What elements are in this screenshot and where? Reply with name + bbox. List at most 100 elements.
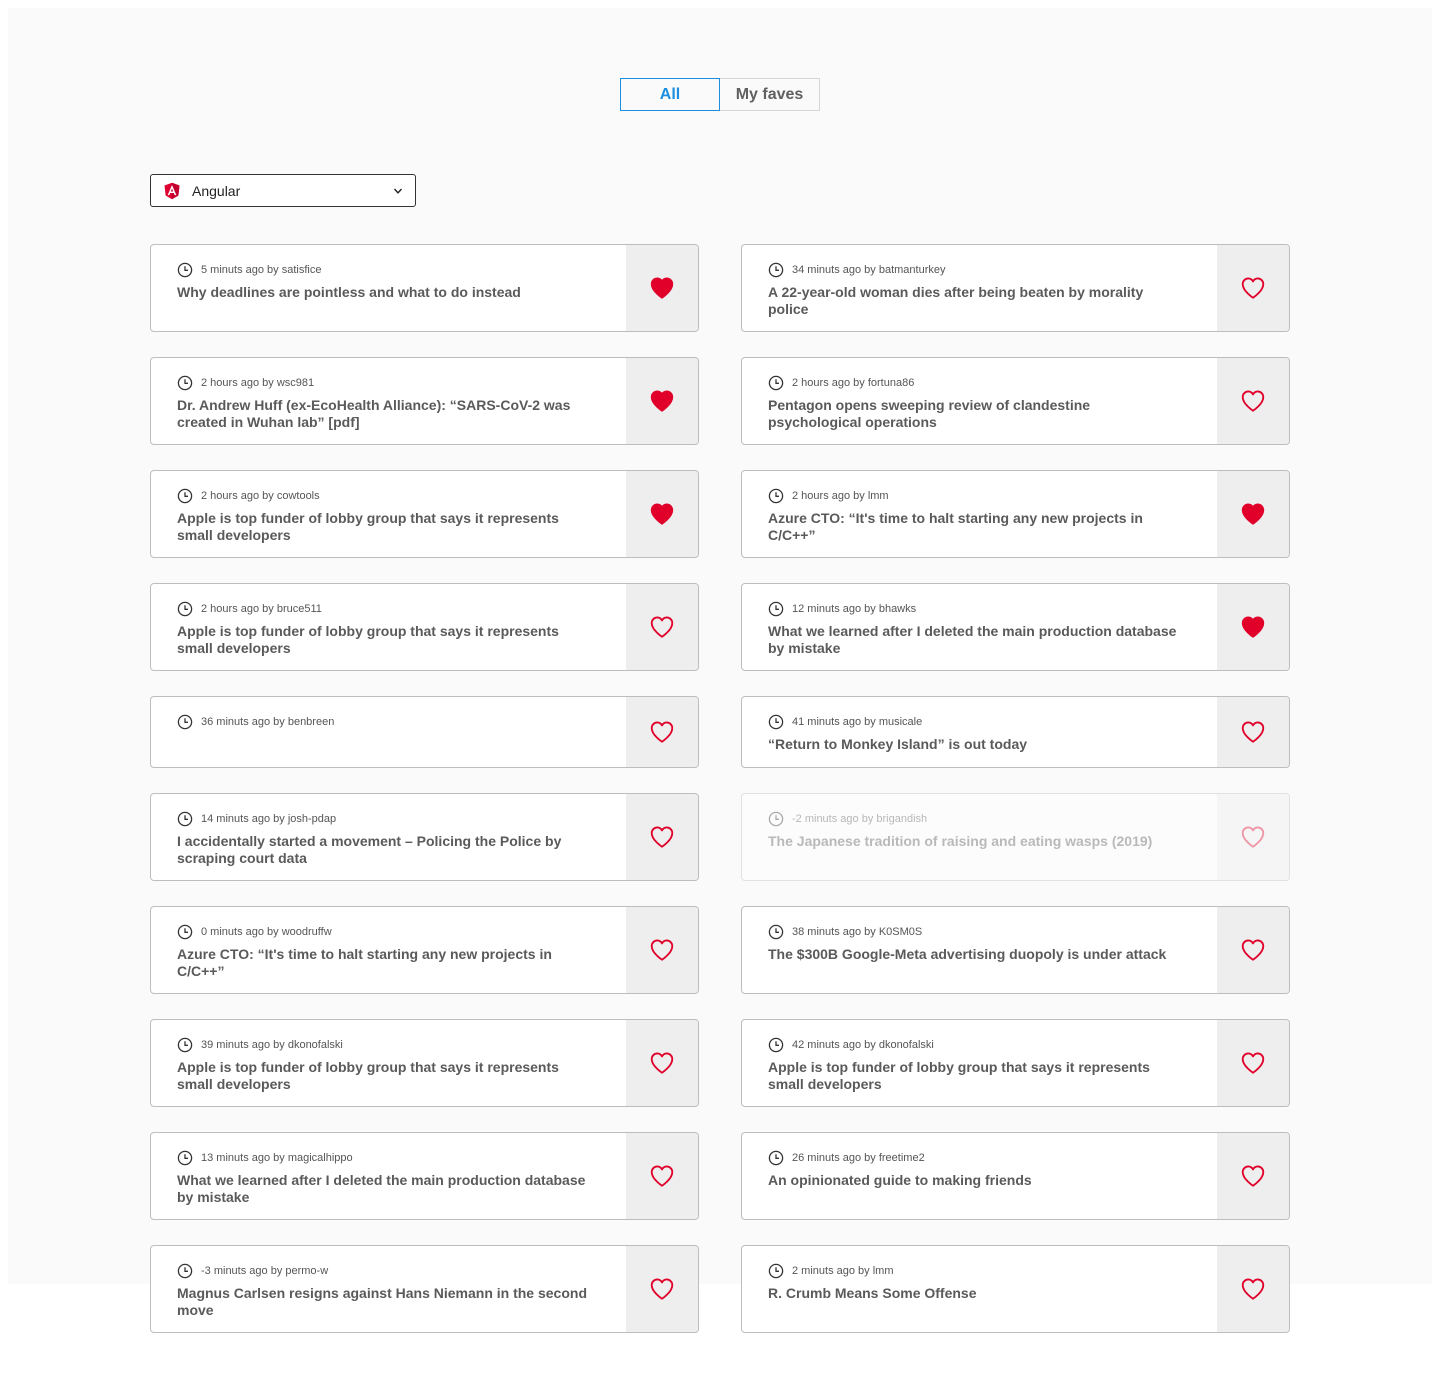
heart-icon [650,277,674,299]
post-body[interactable]: 2 minuts ago by lmm R. Crumb Means Some … [742,1246,1217,1332]
clock-icon [768,924,784,940]
post-body[interactable]: -2 minuts ago by brigandish The Japanese… [742,794,1217,880]
favorite-button[interactable] [626,471,698,557]
post-body[interactable]: 42 minuts ago by dkonofalski Apple is to… [742,1020,1217,1106]
post-meta-text: 38 minuts ago by K0SM0S [792,926,923,938]
post-card[interactable]: 2 hours ago by cowtools Apple is top fun… [150,470,699,558]
post-title: R. Crumb Means Some Offense [768,1285,977,1301]
favorite-button[interactable] [626,1246,698,1332]
clock-icon [177,1150,193,1166]
post-card[interactable]: 2 hours ago by wsc981 Dr. Andrew Huff (e… [150,357,699,445]
favorite-button[interactable] [626,1020,698,1106]
post-meta-text: -3 minuts ago by permo-w [201,1265,329,1277]
heart-icon [650,939,674,961]
post-card[interactable]: 12 minuts ago by bhawks What we learned … [741,583,1290,671]
post-title: Apple is top funder of lobby group that … [768,1059,1150,1092]
post-card[interactable]: 2 hours ago by bruce511 Apple is top fun… [150,583,699,671]
post-card[interactable]: 26 minuts ago by freetime2 An opinionate… [741,1132,1290,1220]
post-meta-text: 26 minuts ago by freetime2 [792,1152,925,1164]
post-card[interactable]: 13 minuts ago by magicalhippo What we le… [150,1132,699,1220]
post-card[interactable]: 14 minuts ago by josh-pdap I accidentall… [150,793,699,881]
post-card[interactable]: -3 minuts ago by permo-w Magnus Carlsen … [150,1245,699,1333]
post-card[interactable]: 42 minuts ago by dkonofalski Apple is to… [741,1019,1290,1107]
favorite-button[interactable] [1217,1020,1289,1106]
favorite-button[interactable] [1217,358,1289,444]
framework-select[interactable]: Angular [150,174,416,207]
favorite-button[interactable] [1217,794,1289,880]
heart-icon [1241,277,1265,299]
post-body[interactable]: 2 hours ago by wsc981 Dr. Andrew Huff (e… [151,358,626,444]
post-body[interactable]: 0 minuts ago by woodruffw Azure CTO: “It… [151,907,626,993]
post-body[interactable]: 14 minuts ago by josh-pdap I accidentall… [151,794,626,880]
post-card[interactable]: 2 minuts ago by lmm R. Crumb Means Some … [741,1245,1290,1333]
page-background: All My faves Angular 5 minuts ago by sat… [8,8,1432,1333]
post-body[interactable]: 2 hours ago by bruce511 Apple is top fun… [151,584,626,670]
post-card[interactable]: 2 hours ago by fortuna86 Pentagon opens … [741,357,1290,445]
tab-all[interactable]: All [620,78,720,111]
post-body[interactable]: 12 minuts ago by bhawks What we learned … [742,584,1217,670]
post-meta-text: 2 hours ago by wsc981 [201,377,315,389]
heart-filled-icon [768,601,784,617]
post-meta: 26 minuts ago by freetime2 [768,1150,1191,1166]
post-title: What we learned after I deleted the main… [768,623,1177,656]
favorite-button[interactable] [1217,697,1289,767]
post-meta: 2 hours ago by fortuna86 [768,375,1191,391]
post-title: An opinionated guide to making friends [768,1172,1032,1188]
clock-icon [177,811,193,827]
heart-outline-icon [768,714,784,730]
post-body[interactable]: 2 hours ago by fortuna86 Pentagon opens … [742,358,1217,444]
heart-outline-icon [768,1037,784,1053]
post-meta: 34 minuts ago by batmanturkey [768,262,1191,278]
heart-icon [1241,826,1265,848]
post-card[interactable]: 5 minuts ago by satisfice Why deadlines … [150,244,699,332]
favorite-button[interactable] [1217,907,1289,993]
clock-icon [177,1263,193,1279]
post-meta: 13 minuts ago by magicalhippo [177,1150,600,1166]
post-body[interactable]: 34 minuts ago by batmanturkey A 22-year-… [742,245,1217,331]
favorite-button[interactable] [1217,1246,1289,1332]
post-card[interactable]: 39 minuts ago by dkonofalski Apple is to… [150,1019,699,1107]
favorite-button[interactable] [1217,245,1289,331]
favorite-button[interactable] [626,245,698,331]
post-body[interactable]: 5 minuts ago by satisfice Why deadlines … [151,245,626,331]
post-body[interactable]: 2 hours ago by cowtools Apple is top fun… [151,471,626,557]
heart-outline-icon [177,601,193,617]
tab-my-faves[interactable]: My faves [720,78,820,111]
post-card[interactable]: 36 minuts ago by benbreen [150,696,699,768]
post-card[interactable]: 41 minuts ago by musicale “Return to Mon… [741,696,1290,768]
favorite-button[interactable] [626,907,698,993]
favorite-button[interactable] [626,1133,698,1219]
post-card[interactable]: 34 minuts ago by batmanturkey A 22-year-… [741,244,1290,332]
heart-icon [1241,939,1265,961]
favorite-button[interactable] [626,584,698,670]
post-body[interactable]: 41 minuts ago by musicale “Return to Mon… [742,697,1217,767]
post-body[interactable]: -3 minuts ago by permo-w Magnus Carlsen … [151,1246,626,1332]
post-card[interactable]: 38 minuts ago by K0SM0S The $300B Google… [741,906,1290,994]
post-body[interactable]: 39 minuts ago by dkonofalski Apple is to… [151,1020,626,1106]
post-meta: -2 minuts ago by brigandish [768,811,1191,827]
filter-tabs: All My faves [620,78,820,111]
favorite-button[interactable] [1217,584,1289,670]
heart-outline-icon [177,1037,193,1053]
post-card[interactable]: -2 minuts ago by brigandish The Japanese… [741,793,1290,881]
post-meta: -3 minuts ago by permo-w [177,1263,600,1279]
post-card[interactable]: 2 hours ago by lmm Azure CTO: “It's time… [741,470,1290,558]
favorite-button[interactable] [626,697,698,767]
post-body[interactable]: 2 hours ago by lmm Azure CTO: “It's time… [742,471,1217,557]
heart-icon [650,390,674,412]
favorite-button[interactable] [1217,1133,1289,1219]
post-meta-text: 39 minuts ago by dkonofalski [201,1039,343,1051]
post-body[interactable]: 36 minuts ago by benbreen [151,697,626,767]
post-body[interactable]: 13 minuts ago by magicalhippo What we le… [151,1133,626,1219]
post-card[interactable]: 0 minuts ago by woodruffw Azure CTO: “It… [150,906,699,994]
post-body[interactable]: 26 minuts ago by freetime2 An opinionate… [742,1133,1217,1219]
favorite-button[interactable] [626,358,698,444]
favorite-button[interactable] [626,794,698,880]
favorite-button[interactable] [1217,471,1289,557]
post-body[interactable]: 38 minuts ago by K0SM0S The $300B Google… [742,907,1217,993]
post-title: Azure CTO: “It's time to halt starting a… [768,510,1143,543]
post-title: Apple is top funder of lobby group that … [177,1059,559,1092]
post-meta-text: 36 minuts ago by benbreen [201,716,335,728]
post-title: The Japanese tradition of raising and ea… [768,833,1153,849]
post-title: The $300B Google-Meta advertising duopol… [768,946,1167,962]
